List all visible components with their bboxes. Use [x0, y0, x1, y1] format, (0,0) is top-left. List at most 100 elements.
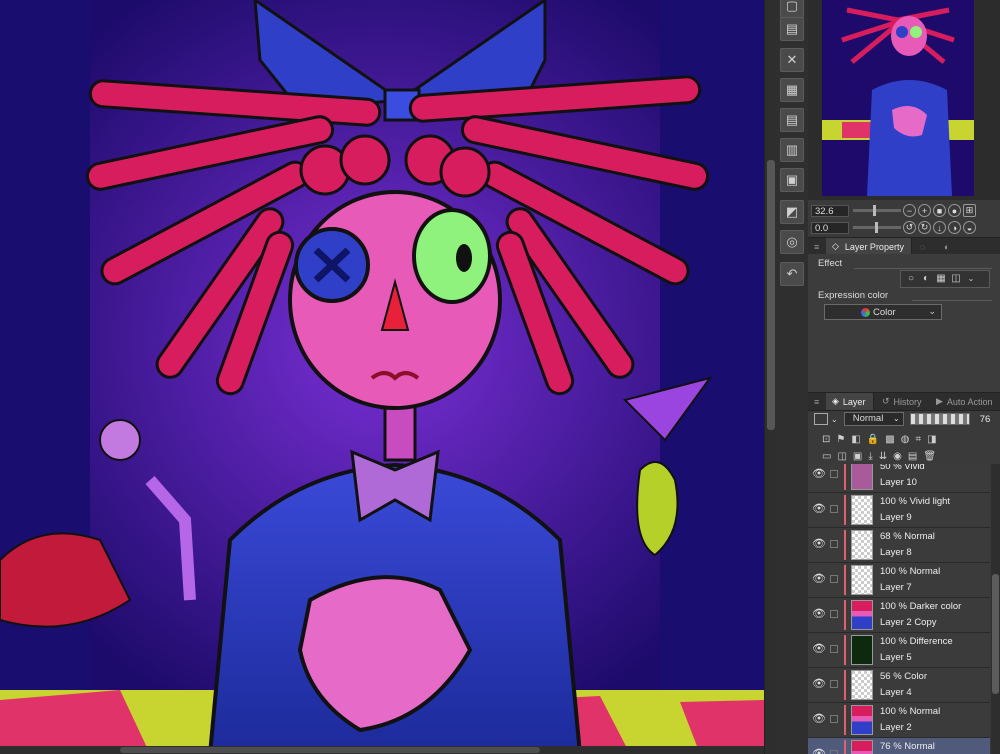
close-file-icon[interactable]: ✕: [780, 48, 804, 72]
tab-layer-search-icon[interactable]: ◐: [938, 238, 960, 255]
transfer-down-icon[interactable]: ⤓: [868, 451, 872, 462]
export-image-icon[interactable]: ◩: [780, 200, 804, 224]
eye-icon[interactable]: 👁: [812, 468, 826, 480]
tab-auto-action[interactable]: ▶ Auto Action: [930, 393, 1000, 410]
eye-icon[interactable]: 👁: [812, 643, 826, 655]
border-effect-icon[interactable]: ○: [905, 273, 917, 285]
eye-icon[interactable]: 👁: [812, 713, 826, 725]
fit-to-window-icon[interactable]: ■: [933, 204, 946, 217]
canvas-horizontal-scrollbar[interactable]: [0, 746, 764, 754]
layer-row[interactable]: 👁 50 % Vivid Layer 10: [808, 464, 990, 493]
layer-lock-toggle[interactable]: [830, 680, 838, 688]
delete-layer-icon[interactable]: 🗑: [923, 451, 936, 462]
new-vector-layer-icon[interactable]: ◫: [837, 451, 846, 462]
opacity-slider[interactable]: [909, 413, 970, 425]
layer-row[interactable]: 👁 56 % Color Layer 4: [808, 668, 990, 703]
rotate-left-icon[interactable]: ↺: [903, 221, 916, 234]
eye-icon[interactable]: 👁: [812, 503, 826, 515]
combine-down-icon[interactable]: ⇊: [879, 451, 887, 462]
extract-line-icon[interactable]: ◐: [920, 273, 932, 285]
layer-lock-toggle[interactable]: [830, 645, 838, 653]
layer-name[interactable]: Layer 8: [880, 547, 912, 558]
layer-row[interactable]: 👁 100 % Vivid light Layer 9: [808, 493, 990, 528]
panel-menu-icon[interactable]: ≡: [808, 393, 824, 410]
rotation-slider-knob[interactable]: [874, 222, 878, 233]
layer-name[interactable]: Layer 2: [880, 722, 912, 733]
layer-color-icon[interactable]: ◫: [950, 273, 962, 285]
layer-name[interactable]: Layer 9: [880, 512, 912, 523]
clip-layer-icon[interactable]: ⊡: [822, 434, 830, 445]
panel-menu-icon[interactable]: ≡: [808, 238, 824, 255]
zoom-slider[interactable]: [853, 205, 901, 216]
tone-icon[interactable]: ▦: [935, 273, 947, 285]
drawing-canvas[interactable]: [0, 0, 764, 754]
ruler-icon[interactable]: ⌗: [915, 434, 921, 445]
navigator-preview[interactable]: [822, 0, 974, 196]
eye-icon[interactable]: 👁: [812, 573, 826, 585]
tab-history[interactable]: ↺ History: [876, 393, 928, 410]
create-mask-icon[interactable]: ◉: [893, 451, 902, 462]
flip-horizontal-icon[interactable]: ◑: [948, 221, 961, 234]
chevron-down-icon[interactable]: ⌄: [965, 273, 977, 285]
expression-color-dropdown[interactable]: Color ⌄: [824, 304, 942, 320]
layer-name[interactable]: Layer 4: [880, 687, 912, 698]
opacity-value[interactable]: 76: [980, 414, 991, 425]
layer-mask-icon[interactable]: [814, 413, 828, 425]
blend-mode-dropdown[interactable]: Normal ⌄: [843, 412, 904, 426]
chevron-down-icon[interactable]: ⌄: [831, 415, 838, 424]
new-file-icon[interactable]: ▢: [780, 0, 804, 18]
print-icon[interactable]: ▣: [780, 168, 804, 192]
layer-row[interactable]: 👁 100 % Darker color Layer 2 Copy: [808, 598, 990, 633]
layer-lock-toggle[interactable]: [830, 505, 838, 513]
save-file-icon[interactable]: ▦: [780, 78, 804, 102]
zoom-slider-knob[interactable]: [873, 205, 877, 216]
rotation-slider[interactable]: [853, 222, 901, 233]
layer-lock-toggle[interactable]: [830, 750, 838, 754]
tab-layer-property[interactable]: ◇ Layer Property: [826, 238, 912, 255]
layer-row[interactable]: 👁 76 % Normal: [808, 738, 990, 754]
scrollbar-thumb[interactable]: [992, 574, 999, 694]
layer-name[interactable]: Layer 10: [880, 477, 917, 488]
layer-color-icon[interactable]: ◨: [927, 434, 936, 445]
layer-name[interactable]: Layer 5: [880, 652, 912, 663]
layer-list-scrollbar[interactable]: [991, 464, 1000, 754]
zoom-in-icon[interactable]: +: [918, 204, 931, 217]
reset-rotation-icon[interactable]: ↓: [933, 221, 946, 234]
lock-icon[interactable]: 🔒: [867, 434, 879, 445]
apply-mask-icon[interactable]: ▤: [908, 451, 917, 462]
tab-search-layer[interactable]: ◌: [914, 238, 936, 255]
rotate-right-icon[interactable]: ↻: [918, 221, 931, 234]
eye-icon[interactable]: 👁: [812, 678, 826, 690]
eye-icon[interactable]: 👁: [812, 538, 826, 550]
layer-lock-toggle[interactable]: [830, 715, 838, 723]
open-file-icon[interactable]: ▤: [780, 17, 804, 41]
layer-lock-toggle[interactable]: [830, 575, 838, 583]
reference-layer-icon[interactable]: ⚑: [836, 434, 845, 445]
new-raster-layer-icon[interactable]: ▭: [822, 451, 831, 462]
layer-row[interactable]: 👁 100 % Difference Layer 5: [808, 633, 990, 668]
draft-layer-icon[interactable]: ◧: [851, 434, 860, 445]
rotation-input[interactable]: 0.0: [811, 221, 849, 234]
layer-row[interactable]: 👁 68 % Normal Layer 8: [808, 528, 990, 563]
scrollbar-thumb[interactable]: [120, 747, 540, 753]
layer-lock-toggle[interactable]: [830, 470, 838, 478]
lock-transparent-icon[interactable]: ▩: [885, 434, 894, 445]
export-icon[interactable]: ▥: [780, 138, 804, 162]
layer-lock-toggle[interactable]: [830, 610, 838, 618]
tab-layer[interactable]: ◈ Layer: [826, 393, 874, 410]
layer-lock-toggle[interactable]: [830, 540, 838, 548]
eye-icon[interactable]: 👁: [812, 608, 826, 620]
layer-name[interactable]: Layer 7: [880, 582, 912, 593]
save-as-icon[interactable]: ▤: [780, 108, 804, 132]
new-folder-icon[interactable]: ▣: [853, 451, 862, 462]
layer-row[interactable]: 👁 100 % Normal Layer 2: [808, 703, 990, 738]
undo-redo-icon[interactable]: ↶: [780, 262, 804, 286]
eye-icon[interactable]: 👁: [812, 748, 826, 754]
actual-size-icon[interactable]: ●: [948, 204, 961, 217]
fit-screen-icon[interactable]: ⊞: [963, 204, 976, 217]
zoom-out-icon[interactable]: −: [903, 204, 916, 217]
layer-row[interactable]: 👁 100 % Normal Layer 7: [808, 563, 990, 598]
flip-vertical-icon[interactable]: ◒: [963, 221, 976, 234]
layer-name[interactable]: Layer 2 Copy: [880, 617, 937, 628]
mask-toggle-icon[interactable]: ◍: [901, 434, 910, 445]
